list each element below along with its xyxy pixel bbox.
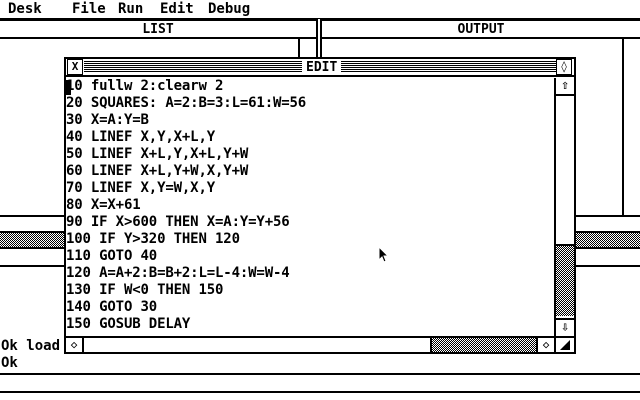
edit-vscroll[interactable]: ⇧ ⇩	[554, 78, 574, 336]
resize-handle-icon[interactable]	[554, 336, 574, 352]
code-line: 50 LINEF X+L,Y,X+L,Y+W	[66, 146, 249, 162]
output-titlebar[interactable]: OUTPUT	[322, 21, 640, 39]
code-line: 90 IF X>600 THEN X=A:Y=Y+56	[66, 214, 290, 230]
code-line: 30 X=A:Y=B	[66, 112, 149, 128]
code-editor[interactable]: 10 fullw 2:clearw 2 20 SQUARES: A=2:B=3:…	[66, 78, 554, 336]
list-titlebar[interactable]: LIST	[0, 21, 316, 39]
code-line: 140 GOTO 30	[66, 299, 158, 315]
command-line-2: Ok	[1, 355, 18, 371]
hscroll-thumb[interactable]	[84, 338, 430, 352]
code-line: 70 LINEF X,Y=W,X,Y	[66, 180, 216, 196]
code-line: 80 X=X+61	[66, 197, 141, 213]
menu-desk[interactable]: Desk	[8, 1, 42, 17]
code-line: 100 IF Y>320 THEN 120	[66, 231, 240, 247]
edit-hscroll[interactable]: ◇ ◇	[66, 336, 554, 352]
edit-title: EDIT	[302, 60, 342, 75]
scroll-down-icon[interactable]: ⇩	[556, 318, 574, 336]
code-line: 150 GOSUB DELAY	[66, 316, 191, 332]
scroll-up-icon[interactable]: ⇧	[556, 78, 574, 96]
output-title: OUTPUT	[457, 22, 505, 37]
code-line: 20 SQUARES: A=2:B=3:L=61:W=56	[66, 95, 307, 111]
scroll-left-icon[interactable]: ◇	[66, 338, 84, 352]
list-title: LIST	[142, 22, 174, 37]
hscroll-track[interactable]	[430, 338, 536, 352]
code-line: 120 A=A+2:B=B+2:L=L-4:W=W-4	[66, 265, 290, 281]
fuller-icon[interactable]: ◊	[556, 59, 572, 75]
edit-window: EDIT X ◊ 10 fullw 2:clearw 2 20 SQUARES:…	[64, 57, 576, 354]
code-line: 10 fullw 2:clearw 2	[66, 78, 224, 94]
menu-edit[interactable]: Edit	[160, 1, 194, 17]
close-icon[interactable]: X	[67, 59, 83, 75]
menu-debug[interactable]: Debug	[208, 1, 250, 17]
code-line: 40 LINEF X,Y,X+L,Y	[66, 129, 216, 145]
vscroll-thumb[interactable]	[556, 96, 574, 244]
vscroll-track[interactable]	[556, 244, 574, 316]
mouse-pointer-icon	[378, 246, 390, 263]
code-line: 110 GOTO 40	[66, 248, 158, 264]
code-line: 130 IF W<0 THEN 150	[66, 282, 224, 298]
edit-titlebar[interactable]: EDIT X ◊	[66, 59, 574, 77]
output-vscroll[interactable]	[622, 39, 640, 215]
command-line-1: Ok load	[1, 338, 61, 354]
menu-file[interactable]: File	[72, 1, 106, 17]
scroll-right-icon[interactable]: ◇	[536, 338, 554, 352]
menu-run[interactable]: Run	[118, 1, 143, 17]
menu-bar: Desk File Run Edit Debug	[0, 0, 640, 19]
code-line: 60 LINEF X+L,Y+W,X,Y+W	[66, 163, 249, 179]
